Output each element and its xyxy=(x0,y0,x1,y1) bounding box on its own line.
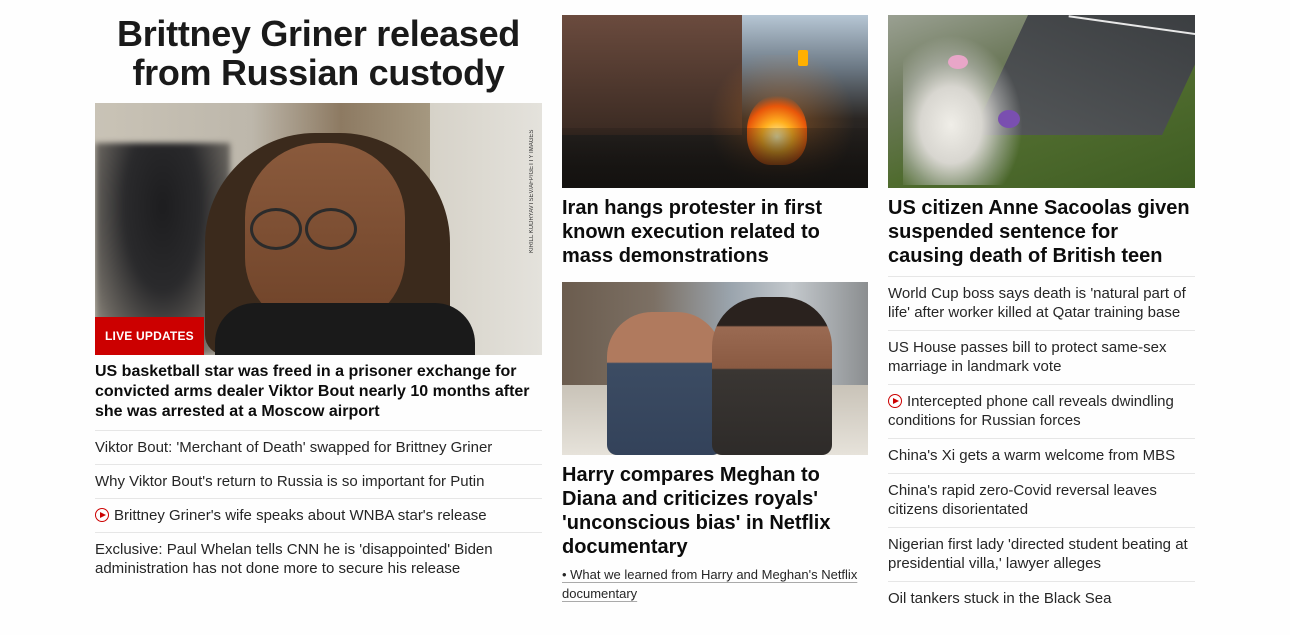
headline-link-text: China's rapid zero-Covid reversal leaves… xyxy=(888,482,1157,518)
headline-link[interactable]: World Cup boss says death is 'natural pa… xyxy=(888,276,1195,330)
headline-link[interactable]: China's Xi gets a warm welcome from MBS xyxy=(888,438,1195,473)
related-link-text: Viktor Bout: 'Merchant of Death' swapped… xyxy=(95,439,493,456)
related-link[interactable]: Exclusive: Paul Whelan tells CNN he is '… xyxy=(95,532,542,585)
headline-link[interactable]: Nigerian first lady 'directed student be… xyxy=(888,527,1195,581)
harry-story-image[interactable] xyxy=(562,282,868,455)
harry-story-sublink[interactable]: • What we learned from Harry and Meghan'… xyxy=(562,565,868,603)
lead-headline[interactable]: Brittney Griner released from Russian cu… xyxy=(95,14,542,92)
right-stories: US citizen Anne Sacoolas given suspended… xyxy=(888,0,1195,616)
related-link[interactable]: Why Viktor Bout's return to Russia is so… xyxy=(95,464,542,498)
middle-stories: Iran hangs protester in first known exec… xyxy=(562,0,868,603)
headline-link[interactable]: Oil tankers stuck in the Black Sea xyxy=(888,581,1195,616)
headline-link-text: World Cup boss says death is 'natural pa… xyxy=(888,285,1186,321)
more-headlines: World Cup boss says death is 'natural pa… xyxy=(888,276,1195,616)
sacoolas-story-image[interactable] xyxy=(888,15,1195,188)
video-play-icon xyxy=(888,394,902,408)
related-link[interactable]: Brittney Griner's wife speaks about WNBA… xyxy=(95,498,542,532)
headline-link-text: Oil tankers stuck in the Black Sea xyxy=(888,590,1112,607)
iran-story-headline[interactable]: Iran hangs protester in first known exec… xyxy=(562,196,868,268)
lead-description[interactable]: US basketball star was freed in a prison… xyxy=(95,362,542,422)
related-link-text: Why Viktor Bout's return to Russia is so… xyxy=(95,473,485,490)
image-traffic-light xyxy=(798,50,808,66)
live-updates-badge[interactable]: LIVE UPDATES xyxy=(95,317,204,355)
harry-story-headline[interactable]: Harry compares Meghan to Diana and criti… xyxy=(562,463,868,559)
image-crowd xyxy=(562,128,868,188)
headline-link-text: Nigerian first lady 'directed student be… xyxy=(888,536,1188,572)
image-pink-flower xyxy=(948,55,968,69)
related-link-text: Brittney Griner's wife speaks about WNBA… xyxy=(114,507,487,524)
image-figure-shirt xyxy=(215,303,475,355)
sacoolas-story-headline[interactable]: US citizen Anne Sacoolas given suspended… xyxy=(888,196,1195,268)
image-glasses-left xyxy=(250,208,302,250)
related-links: Viktor Bout: 'Merchant of Death' swapped… xyxy=(95,430,542,585)
headline-link[interactable]: China's rapid zero-Covid reversal leaves… xyxy=(888,473,1195,527)
lead-image[interactable]: KIRILL KUDRYAVTSEV/AFP/GETTY IMAGES LIVE… xyxy=(95,103,542,355)
image-purple-flower xyxy=(998,110,1020,128)
image-figure-man xyxy=(607,312,722,455)
headline-link-text: China's Xi gets a warm welcome from MBS xyxy=(888,447,1176,464)
headline-link-text: Intercepted phone call reveals dwindling… xyxy=(888,393,1174,429)
lead-story: Brittney Griner released from Russian cu… xyxy=(95,0,542,585)
video-play-icon xyxy=(95,508,109,522)
headline-link-text: US House passes bill to protect same-sex… xyxy=(888,339,1167,375)
image-credit: KIRILL KUDRYAVTSEV/AFP/GETTY IMAGES xyxy=(529,129,535,253)
headline-link[interactable]: US House passes bill to protect same-sex… xyxy=(888,330,1195,384)
headline-link[interactable]: Intercepted phone call reveals dwindling… xyxy=(888,384,1195,438)
image-glasses-right xyxy=(305,208,357,250)
related-link-text: Exclusive: Paul Whelan tells CNN he is '… xyxy=(95,541,493,577)
related-link[interactable]: Viktor Bout: 'Merchant of Death' swapped… xyxy=(95,430,542,464)
image-figure-woman xyxy=(712,297,832,455)
iran-story-image[interactable] xyxy=(562,15,868,188)
